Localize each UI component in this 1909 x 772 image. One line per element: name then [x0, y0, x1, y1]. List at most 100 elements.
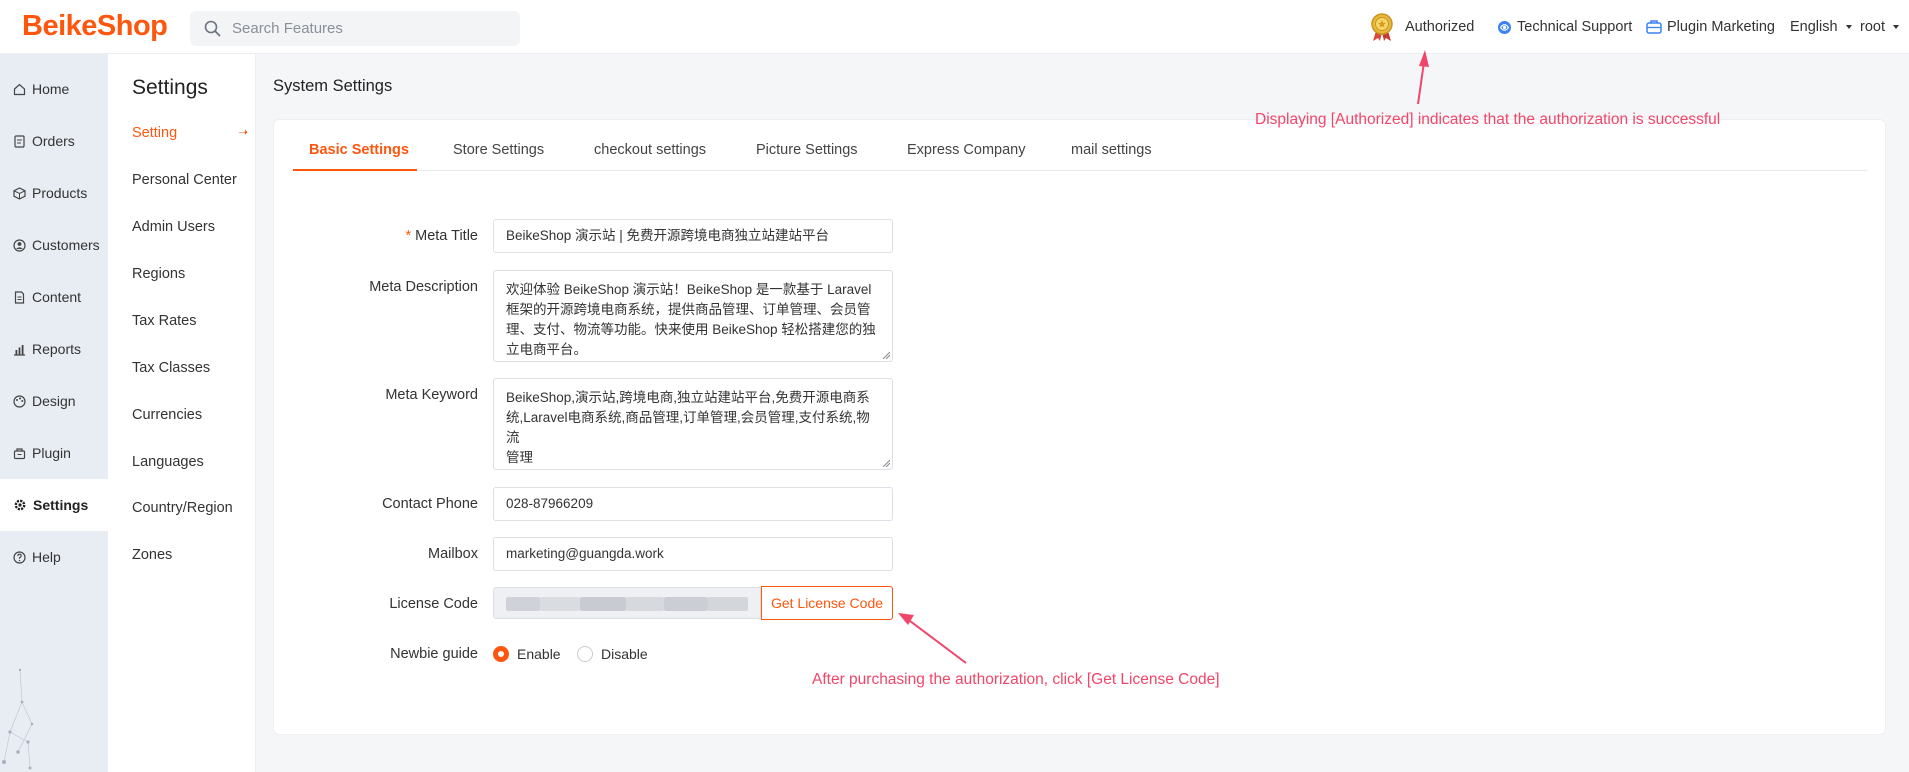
language-dropdown[interactable]: English [1790, 0, 1852, 54]
subnav-item-languages[interactable]: Languages [132, 454, 248, 470]
nav-label-content: Content [32, 289, 82, 305]
newbie-enable-radio[interactable]: Enable [493, 646, 561, 662]
support-globe-icon [1498, 20, 1511, 34]
mailbox-label: Mailbox [428, 546, 478, 562]
nav-item-help[interactable]: Help [0, 535, 108, 579]
meta-description-textarea[interactable]: 欢迎体验 BeikeShop 演示站！BeikeShop 是一款基于 Larav… [493, 270, 893, 362]
settings-tabs: Basic Settings Store Settings checkout s… [293, 134, 1867, 171]
subnav-item-country-region[interactable]: Country/Region [132, 500, 248, 516]
search-input[interactable] [232, 11, 512, 46]
meta-keyword-textarea[interactable]: BeikeShop,演示站,跨境电商,独立站建站平台,免费开源电商系 统,Lar… [493, 378, 893, 470]
settings-subnav: Settings Setting ➝ Personal Center Admin… [108, 54, 256, 772]
nav-label-customers: Customers [32, 237, 100, 253]
nav-item-design[interactable]: Design [0, 379, 108, 423]
tab-mail-settings[interactable]: mail settings [1071, 134, 1152, 171]
radio-label: Enable [517, 646, 561, 662]
search-box[interactable] [190, 11, 520, 46]
logo[interactable]: BeikeShop [22, 10, 168, 43]
meta-title-label-text: Meta Title [415, 228, 478, 244]
license-code-input[interactable] [493, 587, 761, 619]
nav-label-design: Design [32, 393, 76, 409]
plugin-icon [13, 447, 26, 459]
nav-item-settings[interactable]: Settings [0, 479, 108, 531]
gear-icon [14, 499, 26, 511]
box-icon [13, 186, 26, 200]
subnav-item-setting[interactable]: Setting ➝ [132, 125, 248, 141]
plugin-market-icon [1646, 20, 1662, 34]
textarea-line: 管理 [506, 450, 533, 465]
tab-store-settings[interactable]: Store Settings [453, 134, 544, 171]
redacted-block [708, 597, 748, 611]
textarea-line: 理、支付、物流等功能。快来使用 BeikeShop 轻松搭建您的独 [506, 322, 876, 337]
nav-item-products[interactable]: Products [0, 171, 108, 215]
nav-item-content[interactable]: Content [0, 275, 108, 319]
home-icon [13, 83, 26, 95]
orders-icon [14, 134, 25, 148]
nav-item-home[interactable]: Home [0, 67, 108, 111]
technical-support-link[interactable]: Technical Support [1497, 0, 1632, 54]
nav-item-customers[interactable]: Customers [0, 223, 108, 267]
resize-handle-icon[interactable] [882, 351, 890, 359]
meta-description-label: Meta Description [369, 279, 478, 295]
subnav-item-personal-center[interactable]: Personal Center [132, 172, 248, 188]
palette-icon [13, 394, 26, 408]
meta-title-label: * Meta Title [278, 228, 478, 244]
resize-handle-icon[interactable] [882, 459, 890, 467]
user-dropdown[interactable]: root [1860, 0, 1899, 54]
nav-label-home: Home [32, 81, 70, 97]
subnav-item-tax-classes[interactable]: Tax Classes [132, 360, 248, 376]
language-label: English [1790, 19, 1838, 35]
meta-keyword-label: Meta Keyword [385, 387, 478, 403]
nav-item-orders[interactable]: Orders [0, 119, 108, 163]
help-icon [13, 550, 26, 564]
license-code-label: License Code [389, 596, 478, 612]
subnav-item-regions[interactable]: Regions [132, 266, 248, 282]
newbie-disable-radio[interactable]: Disable [577, 646, 648, 662]
radio-label: Disable [601, 646, 648, 662]
search-icon [204, 20, 221, 37]
textarea-line: 统,Laravel电商系统,商品管理,订单管理,会员管理,支付系统,物流 [506, 410, 870, 445]
get-license-code-button[interactable]: Get License Code [761, 586, 893, 620]
newbie-guide-label: Newbie guide [390, 646, 478, 662]
subnav-item-tax-rates[interactable]: Tax Rates [132, 313, 248, 329]
page-title: System Settings [273, 77, 393, 95]
nav-item-plugin[interactable]: Plugin [0, 431, 108, 475]
nav-label-settings: Settings [33, 497, 89, 513]
top-header: BeikeShop Authorized Technical Support P… [0, 0, 1909, 54]
document-icon [14, 290, 25, 304]
bar-chart-icon [14, 344, 25, 356]
user-circle-icon [13, 238, 26, 252]
annotation-license-note: After purchasing the authorization, clic… [812, 671, 1220, 688]
tab-checkout-settings[interactable]: checkout settings [594, 134, 706, 171]
contact-phone-input[interactable]: 028-87966209 [493, 487, 893, 521]
authorized-status[interactable]: Authorized [1368, 0, 1474, 54]
authorized-label: Authorized [1405, 19, 1475, 35]
plugin-marketing-link[interactable]: Plugin Marketing [1646, 0, 1775, 54]
annotation-authorized-note: Displaying [Authorized] indicates that t… [1255, 111, 1721, 128]
tab-picture-settings[interactable]: Picture Settings [756, 134, 858, 171]
user-label: root [1860, 19, 1885, 35]
tab-express-company[interactable]: Express Company [907, 134, 1025, 171]
nav-label-products: Products [32, 185, 88, 201]
required-asterisk: * [405, 228, 412, 244]
redacted-block [664, 597, 708, 611]
textarea-line: BeikeShop,演示站,跨境电商,独立站建站平台,免费开源电商系 [506, 390, 870, 405]
nav-label-plugin: Plugin [32, 445, 71, 461]
subnav-item-admin-users[interactable]: Admin Users [132, 219, 248, 235]
technical-support-label: Technical Support [1517, 19, 1633, 35]
tab-basic-settings[interactable]: Basic Settings [293, 134, 417, 171]
nav-label-help: Help [32, 549, 61, 565]
subnav-item-zones[interactable]: Zones [132, 547, 248, 563]
redacted-block [626, 597, 664, 611]
mailbox-input[interactable]: marketing@guangda.work [493, 537, 893, 571]
decorative-network-graphic [2, 668, 34, 770]
main-sidebar: Home Orders Products Customers Content R… [0, 54, 108, 772]
meta-title-input[interactable]: BeikeShop 演示站 | 免费开源跨境电商独立站建站平台 [493, 219, 893, 253]
redacted-block [506, 597, 540, 611]
radio-unchecked-icon [577, 646, 593, 662]
nav-item-reports[interactable]: Reports [0, 327, 108, 371]
nav-label-reports: Reports [32, 341, 82, 357]
subnav-item-currencies[interactable]: Currencies [132, 407, 248, 423]
award-badge-icon [1371, 13, 1393, 41]
textarea-line: 框架的开源跨境电商系统，提供商品管理、订单管理、会员管 [506, 302, 871, 317]
